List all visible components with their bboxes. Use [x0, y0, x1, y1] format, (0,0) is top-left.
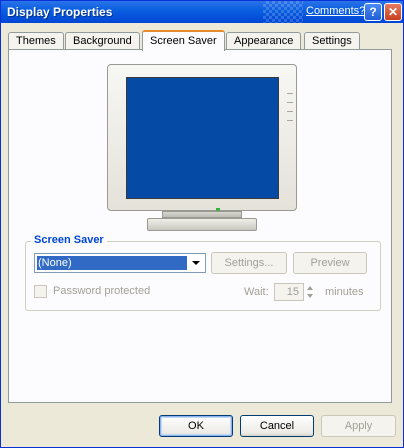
wait-spinner[interactable] — [305, 283, 314, 301]
screen-saver-selected: (None) — [37, 256, 187, 270]
tab-themes[interactable]: Themes — [8, 32, 64, 49]
tab-settings[interactable]: Settings — [304, 32, 360, 49]
spin-up-icon[interactable] — [306, 286, 313, 290]
help-icon: ? — [369, 5, 377, 19]
preview-button[interactable]: Preview — [293, 252, 367, 274]
apply-button[interactable]: Apply — [321, 415, 396, 437]
monitor-neck — [162, 211, 242, 218]
spin-down-icon[interactable] — [306, 294, 313, 298]
power-led — [216, 208, 220, 211]
minutes-label: minutes — [325, 286, 364, 298]
chevron-down-icon[interactable] — [188, 255, 204, 271]
monitor-preview — [107, 64, 297, 232]
wait-minutes-input[interactable]: 15 — [274, 283, 304, 301]
tab-background[interactable]: Background — [65, 32, 140, 49]
title-bar-decoration — [263, 1, 303, 23]
window-title: Display Properties — [7, 5, 113, 19]
tab-appearance[interactable]: Appearance — [226, 32, 302, 49]
screen-saver-dropdown[interactable]: (None) — [34, 253, 206, 273]
title-bar[interactable]: Display Properties Comments? ? ✕ — [1, 1, 403, 23]
password-protected-label: Password protected — [53, 285, 151, 297]
cancel-button[interactable]: Cancel — [240, 415, 314, 437]
wait-label: Wait: — [244, 286, 269, 298]
ok-button[interactable]: OK — [159, 415, 233, 437]
monitor-bezel — [107, 64, 297, 211]
preview-screen — [126, 77, 279, 199]
monitor-vents — [287, 93, 293, 129]
tab-strip: Themes Background Screen Saver Appearanc… — [8, 30, 368, 51]
password-protected-checkbox[interactable] — [34, 285, 47, 298]
monitor-base — [147, 218, 257, 231]
comments-link[interactable]: Comments? — [306, 5, 365, 17]
close-icon: ✕ — [387, 5, 399, 19]
close-button[interactable]: ✕ — [384, 3, 402, 21]
settings-button[interactable]: Settings... — [211, 252, 287, 274]
screen-saver-group-label: Screen Saver — [31, 234, 107, 246]
help-button[interactable]: ? — [364, 3, 382, 21]
tab-screen-saver[interactable]: Screen Saver — [142, 30, 225, 51]
